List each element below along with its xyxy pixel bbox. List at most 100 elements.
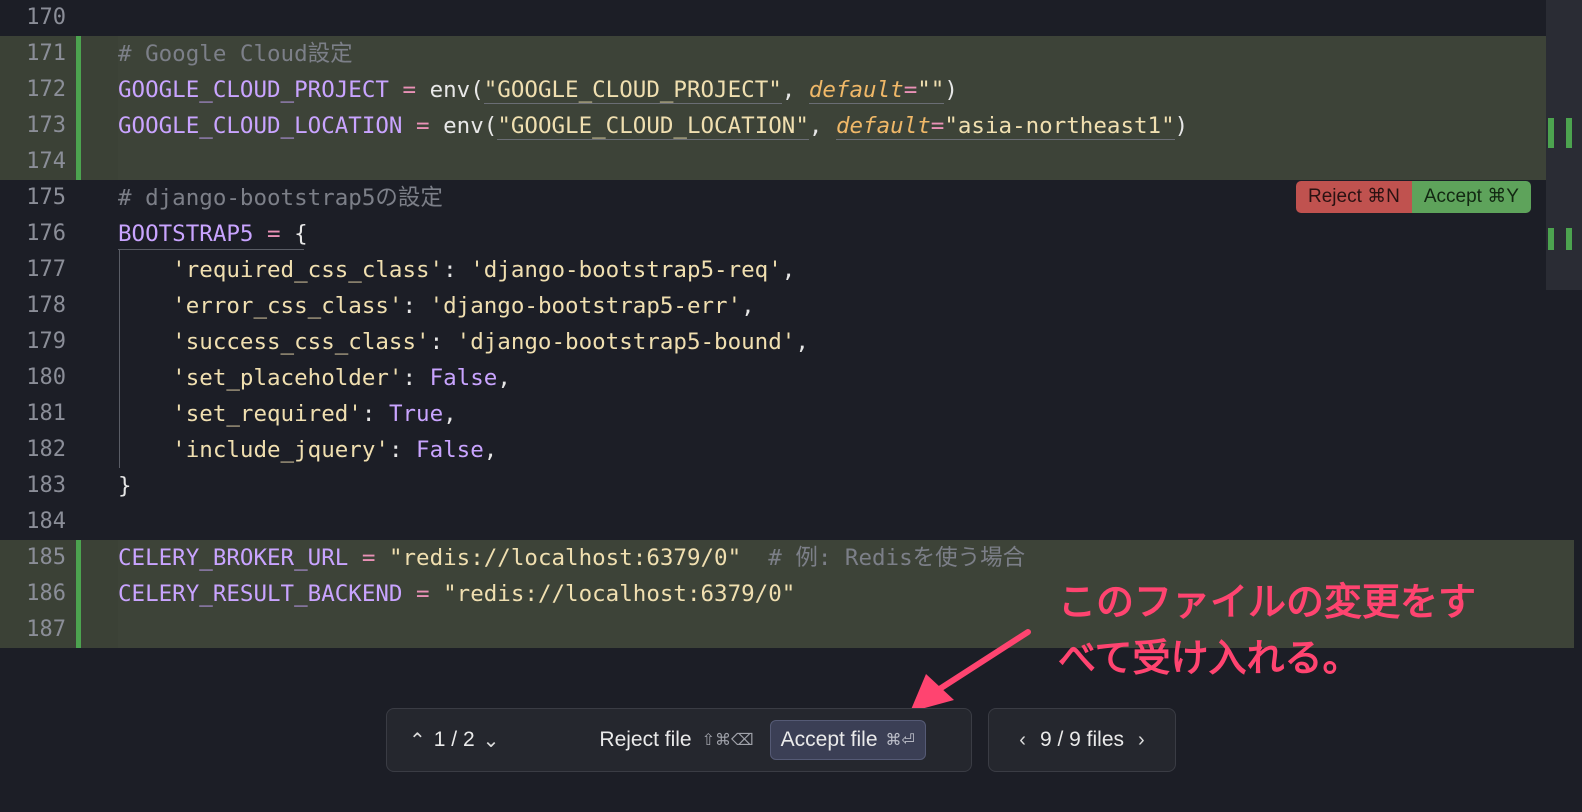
added-gutter-marker — [76, 108, 81, 144]
line-number: 172 — [26, 77, 66, 102]
scroll-change-marker — [1548, 118, 1554, 148]
code-token: env( — [429, 77, 484, 103]
code-text: } — [118, 468, 132, 504]
code-token: ) — [1174, 113, 1189, 139]
code-token: , — [808, 113, 836, 139]
chevron-up-icon[interactable]: ⌃ — [401, 728, 434, 753]
code-line[interactable]: 182 'include_jquery': False, — [0, 432, 1574, 468]
reject-chunk-button[interactable]: Reject ⌘N — [1296, 181, 1412, 213]
code-token: = — [402, 581, 444, 607]
code-token: , — [781, 257, 796, 283]
file-navigator: ‹ 9 / 9 files › — [988, 708, 1176, 772]
code-token: { — [294, 221, 308, 247]
code-line[interactable]: 178 'error_css_class': 'django-bootstrap… — [0, 288, 1574, 324]
annotation-text: このファイルの変更をす べて受け入れる。 — [1058, 574, 1558, 686]
code-token: 'include_jquery' — [118, 437, 389, 463]
code-token: , — [443, 401, 457, 427]
code-token: , — [483, 437, 498, 463]
added-gutter-marker — [76, 36, 81, 72]
line-number: 174 — [26, 149, 66, 174]
code-line[interactable]: 172 GOOGLE_CLOUD_PROJECT = env("GOOGLE_CL… — [0, 72, 1574, 108]
code-line[interactable]: 177 'required_css_class': 'django-bootst… — [0, 252, 1574, 288]
code-text: GOOGLE_CLOUD_PROJECT = env("GOOGLE_CLOUD… — [118, 72, 958, 108]
bracket-underline — [118, 249, 304, 250]
code-line[interactable]: 171 # Google Cloud設定 — [0, 36, 1574, 72]
code-line[interactable]: 185 CELERY_BROKER_URL = "redis://localhos… — [0, 540, 1574, 576]
added-gutter-marker — [76, 72, 81, 108]
line-number: 170 — [26, 5, 66, 30]
line-number: 183 — [26, 473, 66, 498]
files-counter: 9 / 9 files — [1039, 728, 1125, 751]
code-text: CELERY_RESULT_BACKEND = "redis://localho… — [118, 576, 795, 612]
code-token: } — [118, 473, 132, 499]
chevron-right-icon[interactable]: › — [1130, 729, 1153, 752]
line-number: 184 — [26, 509, 66, 534]
code-token: 'error_css_class' — [118, 293, 403, 319]
code-token: "GOOGLE_CLOUD_PROJECT" — [483, 77, 782, 104]
code-token: = — [402, 113, 444, 139]
line-number: 177 — [26, 257, 66, 282]
code-token: "redis://localhost:6379/0" — [388, 545, 742, 571]
line-number: 181 — [26, 401, 66, 426]
code-text: 'set_placeholder': False, — [118, 360, 511, 396]
code-line[interactable]: 170 — [0, 0, 1574, 36]
code-token: # 例: Redisを使う場合 — [741, 545, 1026, 571]
code-line[interactable]: 176 BOOTSTRAP5 = { — [0, 216, 1574, 252]
scrollbar[interactable] — [1546, 0, 1582, 290]
code-token: 'required_css_class' — [118, 257, 444, 283]
code-token: default — [808, 77, 904, 104]
code-token: # Google Cloud設定 — [118, 41, 353, 67]
change-counter: 1 / 2 — [433, 728, 475, 751]
code-line[interactable]: 181 'set_required': True, — [0, 396, 1574, 432]
code-token: # django-bootstrap5の設定 — [118, 185, 443, 211]
code-token: GOOGLE_CLOUD_PROJECT — [118, 77, 389, 103]
code-token: 'django-bootstrap5-req' — [470, 257, 782, 283]
code-line[interactable]: 180 'set_placeholder': False, — [0, 360, 1574, 396]
annotation-arrow — [910, 629, 1031, 712]
code-token: , — [497, 365, 511, 391]
code-token: ) — [944, 77, 958, 103]
reject-file-label: Reject file — [599, 728, 692, 751]
code-text: GOOGLE_CLOUD_LOCATION = env("GOOGLE_CLOU… — [118, 108, 1188, 144]
code-line[interactable]: 173 GOOGLE_CLOUD_LOCATION = env("GOOGLE_C… — [0, 108, 1574, 144]
code-token: GOOGLE_CLOUD_LOCATION — [118, 113, 403, 139]
line-number: 179 — [26, 329, 66, 354]
code-line[interactable]: 183} — [0, 468, 1574, 504]
chunk-actions: Reject ⌘N Accept ⌘Y — [1296, 181, 1531, 213]
code-token: , — [795, 329, 809, 355]
reject-file-shortcut: ⇧⌘⌫ — [701, 732, 754, 749]
code-text: # django-bootstrap5の設定 — [118, 180, 443, 216]
code-line[interactable]: 184 — [0, 504, 1574, 540]
code-text: 'include_jquery': False, — [118, 432, 497, 468]
code-token: "asia-northeast1" — [944, 113, 1175, 140]
reject-file-button[interactable]: Reject file ⇧⌘⌫ — [599, 728, 753, 752]
code-line[interactable]: 174 — [0, 144, 1574, 180]
chevron-down-icon[interactable]: ⌄ — [475, 728, 508, 753]
code-token: : — [443, 257, 471, 283]
code-token: 'django-bootstrap5-err' — [429, 293, 742, 319]
code-line[interactable]: 179 'success_css_class': 'django-bootstr… — [0, 324, 1574, 360]
code-text: CELERY_BROKER_URL = "redis://localhost:6… — [118, 540, 1025, 576]
accept-file-label: Accept file — [780, 728, 878, 751]
code-token: CELERY_RESULT_BACKEND — [118, 581, 403, 607]
code-token: = — [253, 221, 295, 247]
code-token: "" — [917, 77, 945, 104]
accept-chunk-button[interactable]: Accept ⌘Y — [1411, 181, 1531, 213]
added-gutter-marker — [76, 612, 81, 648]
code-token: 'success_css_class' — [118, 329, 430, 355]
code-token: False — [429, 365, 498, 391]
review-toolbar: ⌃ 1 / 2 ⌄ Reject file ⇧⌘⌫ Accept file ⌘⏎ — [386, 708, 972, 772]
code-token: env( — [443, 113, 498, 139]
line-number: 178 — [26, 293, 66, 318]
code-token: True — [388, 401, 444, 427]
chevron-left-icon[interactable]: ‹ — [1011, 729, 1034, 752]
accept-file-button[interactable]: Accept file ⌘⏎ — [769, 720, 926, 760]
line-number: 180 — [26, 365, 66, 390]
code-token: = — [388, 77, 430, 103]
line-number: 175 — [26, 185, 66, 210]
code-text: 'success_css_class': 'django-bootstrap5-… — [118, 324, 809, 360]
line-number: 185 — [26, 545, 66, 570]
line-number: 186 — [26, 581, 66, 606]
added-gutter-marker — [76, 576, 81, 612]
scroll-change-marker — [1548, 228, 1554, 250]
